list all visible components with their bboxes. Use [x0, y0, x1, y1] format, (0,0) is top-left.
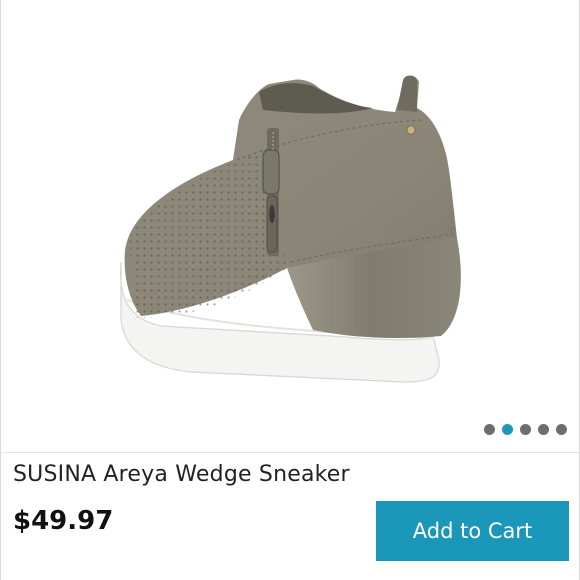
image-carousel-dots[interactable]: [484, 424, 567, 435]
product-price: $49.97: [13, 506, 114, 536]
add-to-cart-button[interactable]: Add to Cart: [376, 501, 569, 561]
carousel-dot-2[interactable]: [502, 424, 513, 435]
carousel-dot-5[interactable]: [556, 424, 567, 435]
carousel-dot-1[interactable]: [484, 424, 495, 435]
add-to-cart-label: Add to Cart: [412, 519, 533, 543]
product-image[interactable]: [1, 0, 580, 450]
carousel-dot-3[interactable]: [520, 424, 531, 435]
listing-frame: SUSINA Areya Wedge Sneaker $49.97 Add to…: [0, 0, 580, 580]
carousel-dot-4[interactable]: [538, 424, 549, 435]
divider: [1, 452, 580, 453]
product-title: SUSINA Areya Wedge Sneaker: [13, 462, 350, 487]
